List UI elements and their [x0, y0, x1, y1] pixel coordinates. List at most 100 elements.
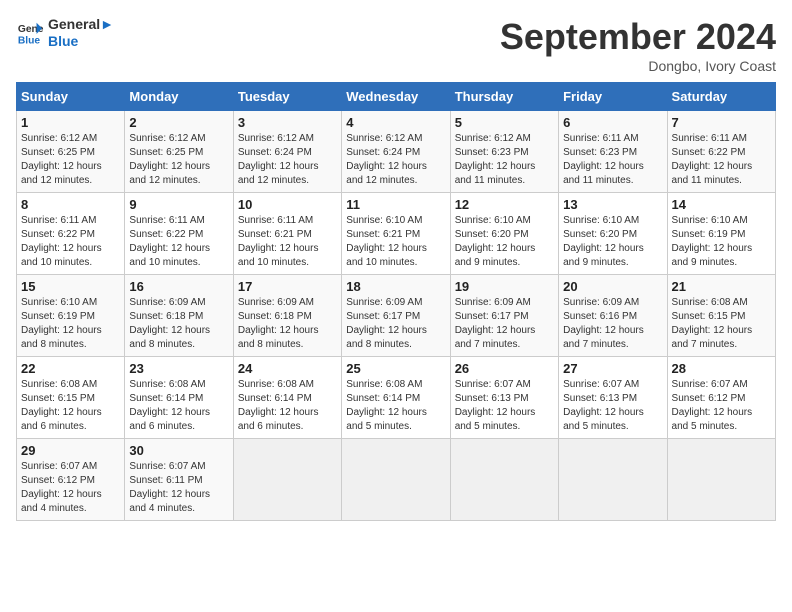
calendar-cell: [450, 439, 558, 521]
calendar-table: Sunday Monday Tuesday Wednesday Thursday…: [16, 82, 776, 521]
calendar-cell: 3Sunrise: 6:12 AMSunset: 6:24 PMDaylight…: [233, 111, 341, 193]
day-number: 6: [563, 115, 662, 130]
day-detail: Sunrise: 6:11 AMSunset: 6:22 PMDaylight:…: [672, 132, 771, 188]
calendar-cell: 30Sunrise: 6:07 AMSunset: 6:11 PMDayligh…: [125, 439, 233, 521]
calendar-week-5: 29Sunrise: 6:07 AMSunset: 6:12 PMDayligh…: [17, 439, 776, 521]
calendar-cell: 11 Sunrise: 6:10 AMSunset: 6:21 PMDayligh…: [342, 193, 450, 275]
header-thursday: Thursday: [450, 83, 558, 111]
calendar-cell: [342, 439, 450, 521]
day-number: 26: [455, 361, 554, 376]
calendar-cell: 23 Sunrise: 6:08 AMSunset: 6:14 PMDayligh…: [125, 357, 233, 439]
logo-text: General► Blue: [48, 16, 114, 50]
day-detail: Sunrise: 6:08 AMSunset: 6:14 PMDaylight:…: [129, 378, 228, 434]
calendar-cell: 16 Sunrise: 6:09 AMSunset: 6:18 PMDayligh…: [125, 275, 233, 357]
day-detail: Sunrise: 6:07 AMSunset: 6:12 PMDaylight:…: [672, 378, 771, 434]
calendar-cell: 27 Sunrise: 6:07 AMSunset: 6:13 PMDayligh…: [559, 357, 667, 439]
day-number: 14: [672, 197, 771, 212]
header-tuesday: Tuesday: [233, 83, 341, 111]
day-detail: Sunrise: 6:09 AMSunset: 6:18 PMDaylight:…: [238, 296, 337, 352]
calendar-cell: 6 Sunrise: 6:11 AMSunset: 6:23 PMDaylight…: [559, 111, 667, 193]
calendar-cell: 1 Sunrise: 6:12 AMSunset: 6:25 PMDaylight…: [17, 111, 125, 193]
calendar-cell: 10 Sunrise: 6:11 AMSunset: 6:21 PMDayligh…: [233, 193, 341, 275]
day-detail: Sunrise: 6:09 AMSunset: 6:18 PMDaylight:…: [129, 296, 228, 352]
day-detail: Sunrise: 6:10 AMSunset: 6:19 PMDaylight:…: [672, 214, 771, 270]
calendar-cell: 4 Sunrise: 6:12 AMSunset: 6:24 PMDaylight…: [342, 111, 450, 193]
day-detail: Sunrise: 6:11 AMSunset: 6:21 PMDaylight:…: [238, 214, 337, 270]
day-number: 5: [455, 115, 554, 130]
calendar-cell: 12 Sunrise: 6:10 AMSunset: 6:20 PMDayligh…: [450, 193, 558, 275]
day-detail: Sunrise: 6:10 AMSunset: 6:20 PMDaylight:…: [563, 214, 662, 270]
header-friday: Friday: [559, 83, 667, 111]
calendar-cell: 21 Sunrise: 6:08 AMSunset: 6:15 PMDayligh…: [667, 275, 775, 357]
day-number: 4: [346, 115, 445, 130]
calendar-cell: 28 Sunrise: 6:07 AMSunset: 6:12 PMDayligh…: [667, 357, 775, 439]
day-detail: Sunrise: 6:12 AMSunset: 6:25 PMDaylight:…: [21, 132, 120, 188]
header-wednesday: Wednesday: [342, 83, 450, 111]
calendar-cell: 26 Sunrise: 6:07 AMSunset: 6:13 PMDayligh…: [450, 357, 558, 439]
day-detail: Sunrise: 6:09 AMSunset: 6:16 PMDaylight:…: [563, 296, 662, 352]
day-detail: Sunrise: 6:07 AMSunset: 6:11 PMDaylight:…: [129, 460, 228, 516]
logo: General Blue General► Blue: [16, 16, 114, 50]
calendar-cell: 19 Sunrise: 6:09 AMSunset: 6:17 PMDayligh…: [450, 275, 558, 357]
day-detail: Sunrise: 6:08 AMSunset: 6:15 PMDaylight:…: [672, 296, 771, 352]
day-number: 11: [346, 197, 445, 212]
day-number: 19: [455, 279, 554, 294]
calendar-cell: 7 Sunrise: 6:11 AMSunset: 6:22 PMDaylight…: [667, 111, 775, 193]
day-detail: Sunrise: 6:09 AMSunset: 6:17 PMDaylight:…: [346, 296, 445, 352]
day-number: 8: [21, 197, 120, 212]
day-detail: Sunrise: 6:12 AMSunset: 6:24 PMDaylight:…: [346, 132, 445, 188]
day-number: 24: [238, 361, 337, 376]
calendar-cell: [667, 439, 775, 521]
location: Dongbo, Ivory Coast: [500, 58, 776, 74]
calendar-cell: 17Sunrise: 6:09 AMSunset: 6:18 PMDayligh…: [233, 275, 341, 357]
calendar-cell: 20 Sunrise: 6:09 AMSunset: 6:16 PMDayligh…: [559, 275, 667, 357]
svg-text:Blue: Blue: [18, 35, 41, 46]
day-number: 20: [563, 279, 662, 294]
calendar-week-2: 8 Sunrise: 6:11 AMSunset: 6:22 PMDaylight…: [17, 193, 776, 275]
day-number: 29: [21, 443, 120, 458]
calendar-week-4: 22 Sunrise: 6:08 AMSunset: 6:15 PMDayligh…: [17, 357, 776, 439]
header: General Blue General► Blue September 202…: [16, 16, 776, 74]
header-monday: Monday: [125, 83, 233, 111]
calendar-cell: 24 Sunrise: 6:08 AMSunset: 6:14 PMDayligh…: [233, 357, 341, 439]
day-number: 22: [21, 361, 120, 376]
calendar-cell: 8 Sunrise: 6:11 AMSunset: 6:22 PMDaylight…: [17, 193, 125, 275]
calendar-cell: 29Sunrise: 6:07 AMSunset: 6:12 PMDayligh…: [17, 439, 125, 521]
calendar-cell: 9Sunrise: 6:11 AMSunset: 6:22 PMDaylight…: [125, 193, 233, 275]
day-number: 18: [346, 279, 445, 294]
day-detail: Sunrise: 6:08 AMSunset: 6:15 PMDaylight:…: [21, 378, 120, 434]
day-detail: Sunrise: 6:07 AMSunset: 6:13 PMDaylight:…: [563, 378, 662, 434]
day-detail: Sunrise: 6:11 AMSunset: 6:22 PMDaylight:…: [129, 214, 228, 270]
calendar-cell: 18 Sunrise: 6:09 AMSunset: 6:17 PMDayligh…: [342, 275, 450, 357]
header-saturday: Saturday: [667, 83, 775, 111]
calendar-cell: [559, 439, 667, 521]
day-number: 10: [238, 197, 337, 212]
calendar-cell: 15Sunrise: 6:10 AMSunset: 6:19 PMDayligh…: [17, 275, 125, 357]
day-detail: Sunrise: 6:10 AMSunset: 6:21 PMDaylight:…: [346, 214, 445, 270]
calendar-header-row: Sunday Monday Tuesday Wednesday Thursday…: [17, 83, 776, 111]
day-number: 21: [672, 279, 771, 294]
calendar-cell: 2Sunrise: 6:12 AMSunset: 6:25 PMDaylight…: [125, 111, 233, 193]
day-detail: Sunrise: 6:07 AMSunset: 6:13 PMDaylight:…: [455, 378, 554, 434]
day-number: 13: [563, 197, 662, 212]
day-detail: Sunrise: 6:11 AMSunset: 6:22 PMDaylight:…: [21, 214, 120, 270]
day-number: 28: [672, 361, 771, 376]
month-title: September 2024: [500, 16, 776, 58]
day-detail: Sunrise: 6:12 AMSunset: 6:23 PMDaylight:…: [455, 132, 554, 188]
logo-icon: General Blue: [16, 19, 44, 47]
title-area: September 2024 Dongbo, Ivory Coast: [500, 16, 776, 74]
header-sunday: Sunday: [17, 83, 125, 111]
day-number: 23: [129, 361, 228, 376]
day-detail: Sunrise: 6:11 AMSunset: 6:23 PMDaylight:…: [563, 132, 662, 188]
day-detail: Sunrise: 6:09 AMSunset: 6:17 PMDaylight:…: [455, 296, 554, 352]
day-detail: Sunrise: 6:12 AMSunset: 6:24 PMDaylight:…: [238, 132, 337, 188]
calendar-cell: 14 Sunrise: 6:10 AMSunset: 6:19 PMDayligh…: [667, 193, 775, 275]
day-number: 12: [455, 197, 554, 212]
day-detail: Sunrise: 6:08 AMSunset: 6:14 PMDaylight:…: [238, 378, 337, 434]
day-number: 1: [21, 115, 120, 130]
day-number: 16: [129, 279, 228, 294]
day-detail: Sunrise: 6:10 AMSunset: 6:19 PMDaylight:…: [21, 296, 120, 352]
day-number: 7: [672, 115, 771, 130]
day-number: 27: [563, 361, 662, 376]
day-detail: Sunrise: 6:10 AMSunset: 6:20 PMDaylight:…: [455, 214, 554, 270]
